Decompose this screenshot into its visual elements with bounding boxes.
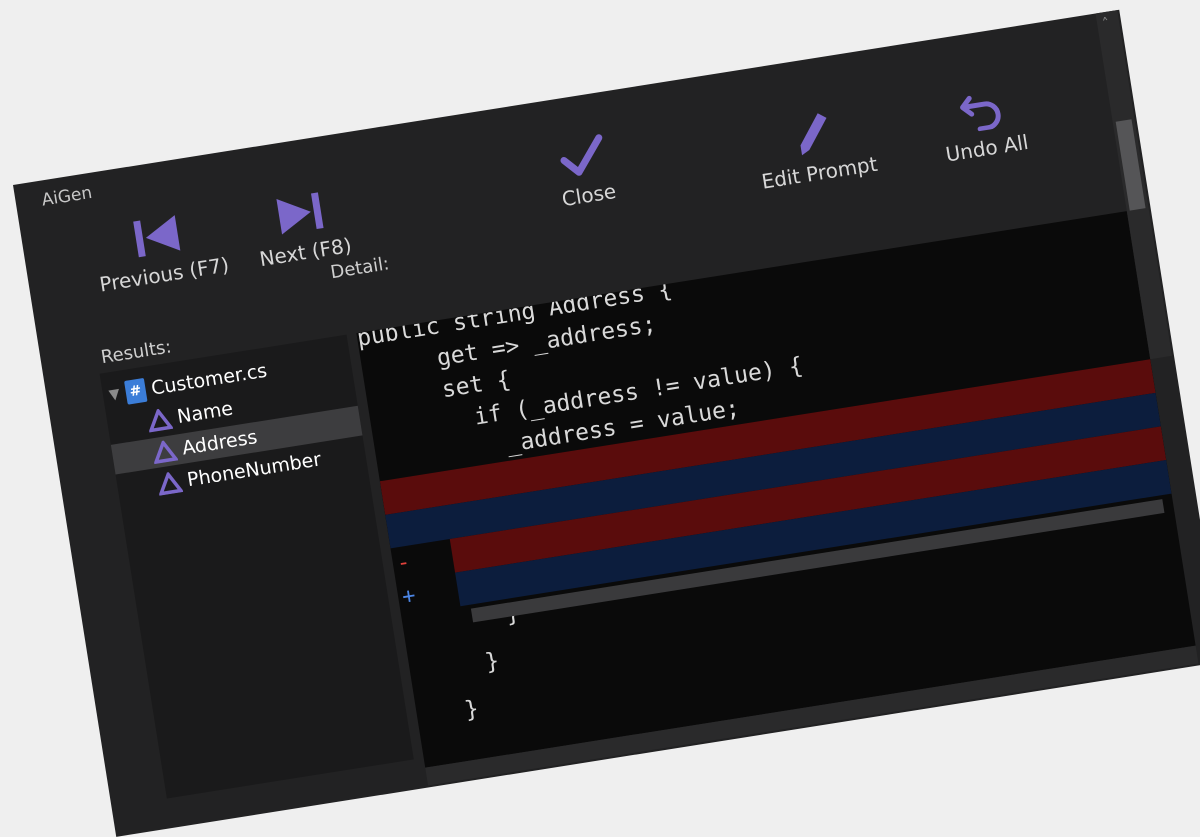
undo-icon xyxy=(959,95,1001,132)
pencil-icon xyxy=(800,113,827,156)
previous-label: Previous (F7) xyxy=(97,252,231,297)
scrollbar-thumb[interactable] xyxy=(1115,119,1146,211)
aigen-window: AiGen Previous (F7) Next (F8) Close Edit… xyxy=(13,9,1200,837)
next-button[interactable]: Next (F8) xyxy=(250,186,353,271)
code-editor[interactable]: public string Address { get => _address;… xyxy=(356,211,1196,768)
checkmark-icon xyxy=(560,134,603,176)
expand-triangle-icon[interactable]: ▼ xyxy=(108,386,121,403)
file-name: Customer.cs xyxy=(149,359,269,400)
skip-previous-icon xyxy=(133,215,181,258)
property-triangle-icon xyxy=(158,470,184,496)
window-title: AiGen xyxy=(40,182,94,211)
tree-item-label: Name xyxy=(175,397,235,429)
undo-all-label: Undo All xyxy=(943,129,1031,167)
undo-all-button[interactable]: Undo All xyxy=(936,80,1031,167)
skip-next-icon xyxy=(276,192,324,235)
close-label: Close xyxy=(560,178,618,212)
results-tree[interactable]: ▼ # Customer.cs Name Address PhoneNumber xyxy=(99,334,414,799)
csharp-file-icon: # xyxy=(123,377,148,405)
property-triangle-icon xyxy=(148,407,174,433)
previous-button[interactable]: Previous (F7) xyxy=(90,205,231,297)
property-triangle-icon xyxy=(153,439,179,465)
close-button[interactable]: Close xyxy=(553,132,618,212)
scroll-up-icon[interactable]: ˄ xyxy=(1101,16,1110,33)
edit-prompt-label: Edit Prompt xyxy=(759,151,880,194)
edit-prompt-button[interactable]: Edit Prompt xyxy=(752,102,880,194)
